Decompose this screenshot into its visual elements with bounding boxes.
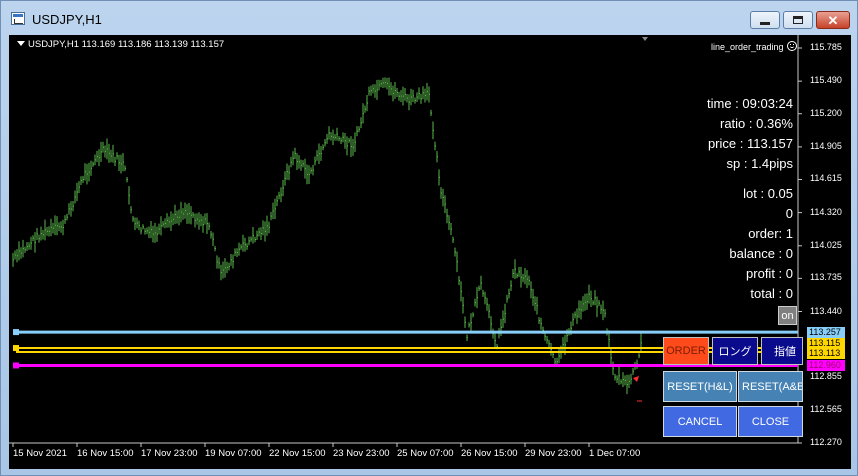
time-tick-label: 23 Nov 23:00 — [333, 448, 390, 459]
price-tick-label: 115.490 — [810, 75, 842, 86]
price-tick-label: 114.905 — [810, 140, 842, 151]
balance-readout: balance : 0 — [729, 246, 793, 261]
price-tick-label: 113.440 — [810, 305, 842, 316]
upper-line-price-label: 113.257 — [807, 326, 845, 338]
symbol-dropdown[interactable]: USDJPY,H1 113.169 113.186 113.139 113.15… — [17, 39, 224, 50]
lower-line-price-label: 112.960 — [807, 359, 845, 371]
title-bar[interactable]: USDJPY,H1 ✕ — [1, 1, 857, 35]
smiley-icon — [787, 41, 798, 51]
lot-readout: lot : 0.05 — [743, 186, 793, 201]
lot-value: 0 — [785, 206, 793, 221]
time-tick-label: 25 Nov 07:00 — [397, 448, 454, 459]
spread-readout: sp : 1.4pips — [726, 156, 794, 171]
price-chart[interactable]: USDJPY,H1 113.169 113.186 113.139 113.15… — [9, 35, 851, 469]
price-tick-label: 113.735 — [810, 272, 842, 283]
time-tick-label: 15 Nov 2021 — [13, 448, 67, 459]
close-window-button[interactable]: ✕ — [816, 11, 850, 29]
long-button[interactable]: ロング — [712, 337, 758, 365]
price-tick-label: 114.025 — [810, 239, 842, 250]
indicator-name: line_order_trading — [711, 41, 798, 52]
maximize-icon — [793, 16, 803, 24]
time-tick-label: 26 Nov 15:00 — [461, 448, 518, 459]
time-tick-label: 17 Nov 23:00 — [141, 448, 198, 459]
maximize-button[interactable] — [783, 11, 813, 29]
price-tick-label: 115.785 — [810, 42, 842, 52]
limit-button[interactable]: 指値 — [761, 337, 803, 365]
price-tick-label: 112.270 — [810, 437, 842, 447]
order-readout: order: 1 — [748, 226, 793, 241]
on-toggle[interactable]: on — [778, 306, 797, 325]
time-tick-label: 29 Nov 23:00 — [525, 448, 582, 459]
terminal-window: USDJPY,H1 ✕ USDJPY,H1 113.169 113.186 11… — [0, 0, 858, 476]
time-tick-label: 19 Nov 07:00 — [205, 448, 262, 459]
total-readout: total : 0 — [750, 286, 793, 301]
minimize-button[interactable] — [750, 11, 780, 29]
reset-hl-button[interactable]: RESET(H&L) — [663, 371, 737, 402]
time-tick-label: 1 Dec 07:00 — [589, 448, 641, 459]
minimize-icon — [760, 21, 770, 25]
entry-line-handle[interactable] — [13, 345, 19, 352]
dropdown-triangle-icon — [17, 41, 25, 46]
chart-shift-marker-icon[interactable] — [642, 37, 648, 41]
price-tick-label: 112.855 — [810, 371, 842, 382]
chart-window-icon — [11, 12, 25, 25]
order-button[interactable]: ORDER — [663, 337, 709, 365]
reset-ab-button[interactable]: RESET(A&B) — [738, 371, 803, 402]
price-tick-label: 112.565 — [810, 403, 842, 414]
entry-line-2-price-label: 113.113 — [807, 347, 845, 359]
time-tick-label: 16 Nov 15:00 — [77, 448, 134, 459]
price-bars — [12, 77, 642, 395]
time-tick-label: 22 Nov 15:00 — [269, 448, 326, 459]
window-title: USDJPY,H1 — [32, 12, 102, 27]
close-button[interactable]: CLOSE — [738, 406, 803, 437]
price-tick-label: 114.320 — [810, 206, 842, 217]
upper-line-handle[interactable] — [13, 329, 19, 336]
price-tick-label: 114.615 — [810, 173, 842, 184]
cancel-button[interactable]: CANCEL — [663, 406, 737, 437]
time-readout: time : 09:03:24 — [707, 96, 793, 111]
ratio-readout: ratio : 0.36% — [720, 116, 793, 131]
trade-arrow-icon — [633, 376, 639, 382]
chart-header: USDJPY,H1 113.169 113.186 113.139 113.15… — [28, 39, 225, 50]
profit-readout: profit : 0 — [746, 266, 793, 281]
close-icon: ✕ — [827, 12, 839, 28]
price-tick-label: 115.200 — [810, 107, 842, 118]
price-readout: price : 113.157 — [707, 136, 793, 151]
lower-line-handle[interactable] — [13, 362, 19, 369]
